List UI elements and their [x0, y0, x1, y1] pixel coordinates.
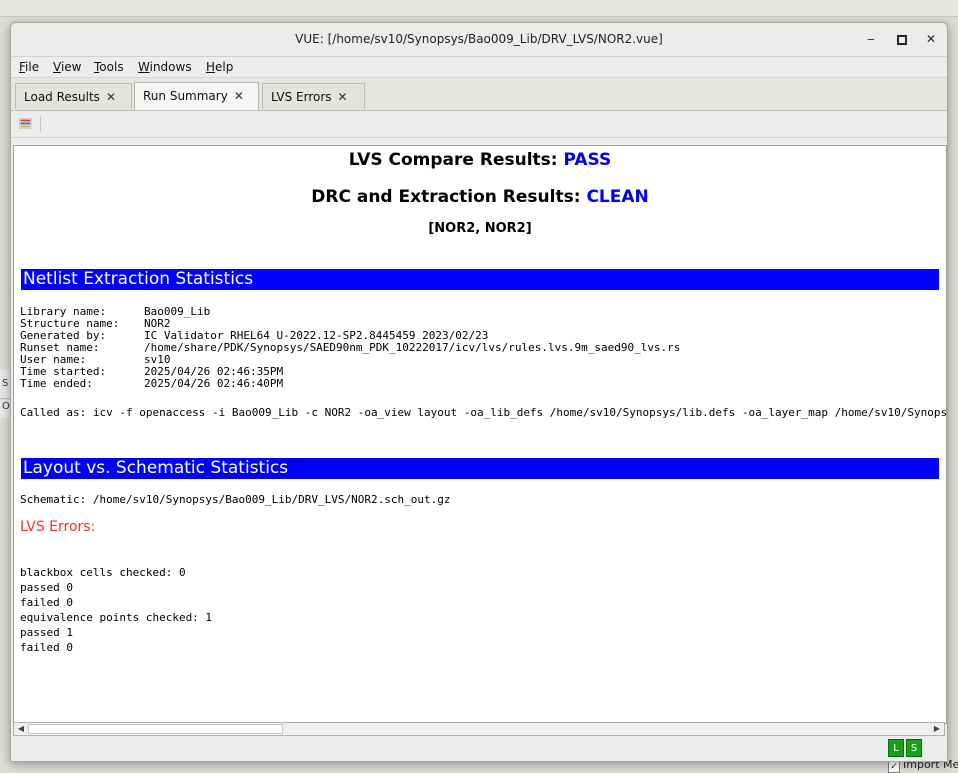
vue-window: VUE: [/home/sv10/Synopsys/Bao009_Lib/DRV…	[10, 22, 948, 762]
background-left-label: S	[2, 378, 9, 389]
title-bar[interactable]: VUE: [/home/sv10/Synopsys/Bao009_Lib/DRV…	[11, 23, 947, 57]
stat-line: failed 0	[20, 641, 73, 654]
background-window-strip	[0, 0, 958, 17]
arrow-right-icon[interactable]: ▶	[931, 723, 943, 735]
drc-heading: DRC and Extraction Results: CLEAN	[14, 187, 946, 207]
lvs-compare-heading: LVS Compare Results: PASS	[14, 150, 946, 170]
window-title: VUE: [/home/sv10/Synopsys/Bao009_Lib/DRV…	[295, 32, 663, 46]
horizontal-scrollbar[interactable]: ◀ ▶	[13, 722, 945, 736]
menu-help[interactable]: Help	[206, 60, 233, 74]
status-bar: L S	[11, 737, 947, 761]
stat-line: passed 0	[20, 581, 73, 594]
stat-line: failed 0	[20, 596, 73, 609]
toolbar	[11, 111, 947, 138]
status-indicator-l[interactable]: L	[888, 739, 904, 757]
field-key: Time ended:	[20, 377, 93, 390]
cell-pair: [NOR2, NOR2]	[428, 221, 532, 236]
stat-line: passed 1	[20, 626, 73, 639]
tab-label: LVS Errors	[271, 90, 332, 104]
close-button[interactable]: ✕	[923, 31, 939, 47]
tab-bar: Load Results ✕ Run Summary ✕ LVS Errors ✕	[11, 78, 947, 111]
drc-result: CLEAN	[586, 187, 649, 207]
field-value: 2025/04/26 02:46:40PM	[144, 377, 284, 390]
tab-label: Load Results	[24, 90, 100, 104]
menu-view[interactable]: View	[53, 60, 81, 74]
menu-file[interactable]: File	[19, 60, 39, 74]
tab-run-summary[interactable]: Run Summary ✕	[134, 82, 259, 110]
menu-bar: File View Tools Windows Help	[11, 57, 947, 78]
stat-line: blackbox cells checked: 0	[20, 566, 186, 579]
maximize-button[interactable]	[894, 31, 910, 47]
maximize-icon	[897, 34, 907, 45]
field-row: Time ended: 2025/04/26 02:46:40PM	[20, 378, 283, 390]
schematic-path: Schematic: /home/sv10/Synopsys/Bao009_Li…	[20, 493, 451, 506]
menu-tools[interactable]: Tools	[94, 60, 124, 74]
toolbar-separator	[40, 116, 41, 132]
close-icon: ✕	[925, 32, 937, 46]
field-row: Runset name:/home/share/PDK/Synopsys/SAE…	[20, 342, 680, 354]
netlist-section-header: Netlist Extraction Statistics	[21, 269, 939, 290]
field-value: /home/share/PDK/Synopsys/SAED90nm_PDK_10…	[144, 341, 681, 354]
tab-label: Run Summary	[143, 89, 228, 103]
close-tab-icon[interactable]: ✕	[338, 90, 348, 104]
close-tab-icon[interactable]: ✕	[106, 90, 116, 104]
lvs-section-header: Layout vs. Schematic Statistics	[21, 458, 939, 479]
run-summary-report: LVS Compare Results: PASS DRC and Extrac…	[13, 145, 947, 724]
scrollbar-thumb[interactable]	[28, 724, 283, 734]
tab-load-results[interactable]: Load Results ✕	[15, 83, 132, 109]
called-as-line: Called as: icv -f openaccess -i Bao009_L…	[20, 406, 947, 419]
lvs-errors-label: LVS Errors:	[20, 519, 96, 535]
stat-line: equivalence points checked: 1	[20, 611, 213, 624]
menu-windows[interactable]: Windows	[138, 60, 192, 74]
minimize-icon: ‒	[867, 32, 875, 46]
minimize-button[interactable]: ‒	[863, 31, 879, 47]
lvs-compare-label: LVS Compare Results:	[348, 150, 564, 170]
status-indicator-s[interactable]: S	[906, 739, 922, 757]
background-left-label-2: O	[2, 401, 10, 412]
summary-list-icon[interactable]	[19, 118, 32, 129]
drc-label: DRC and Extraction Results:	[311, 187, 587, 207]
tab-lvs-errors[interactable]: LVS Errors ✕	[262, 83, 365, 109]
close-tab-icon[interactable]: ✕	[234, 89, 244, 103]
arrow-left-icon[interactable]: ◀	[15, 723, 27, 735]
check-icon: ✓	[888, 761, 900, 773]
lvs-result: PASS	[563, 150, 612, 170]
